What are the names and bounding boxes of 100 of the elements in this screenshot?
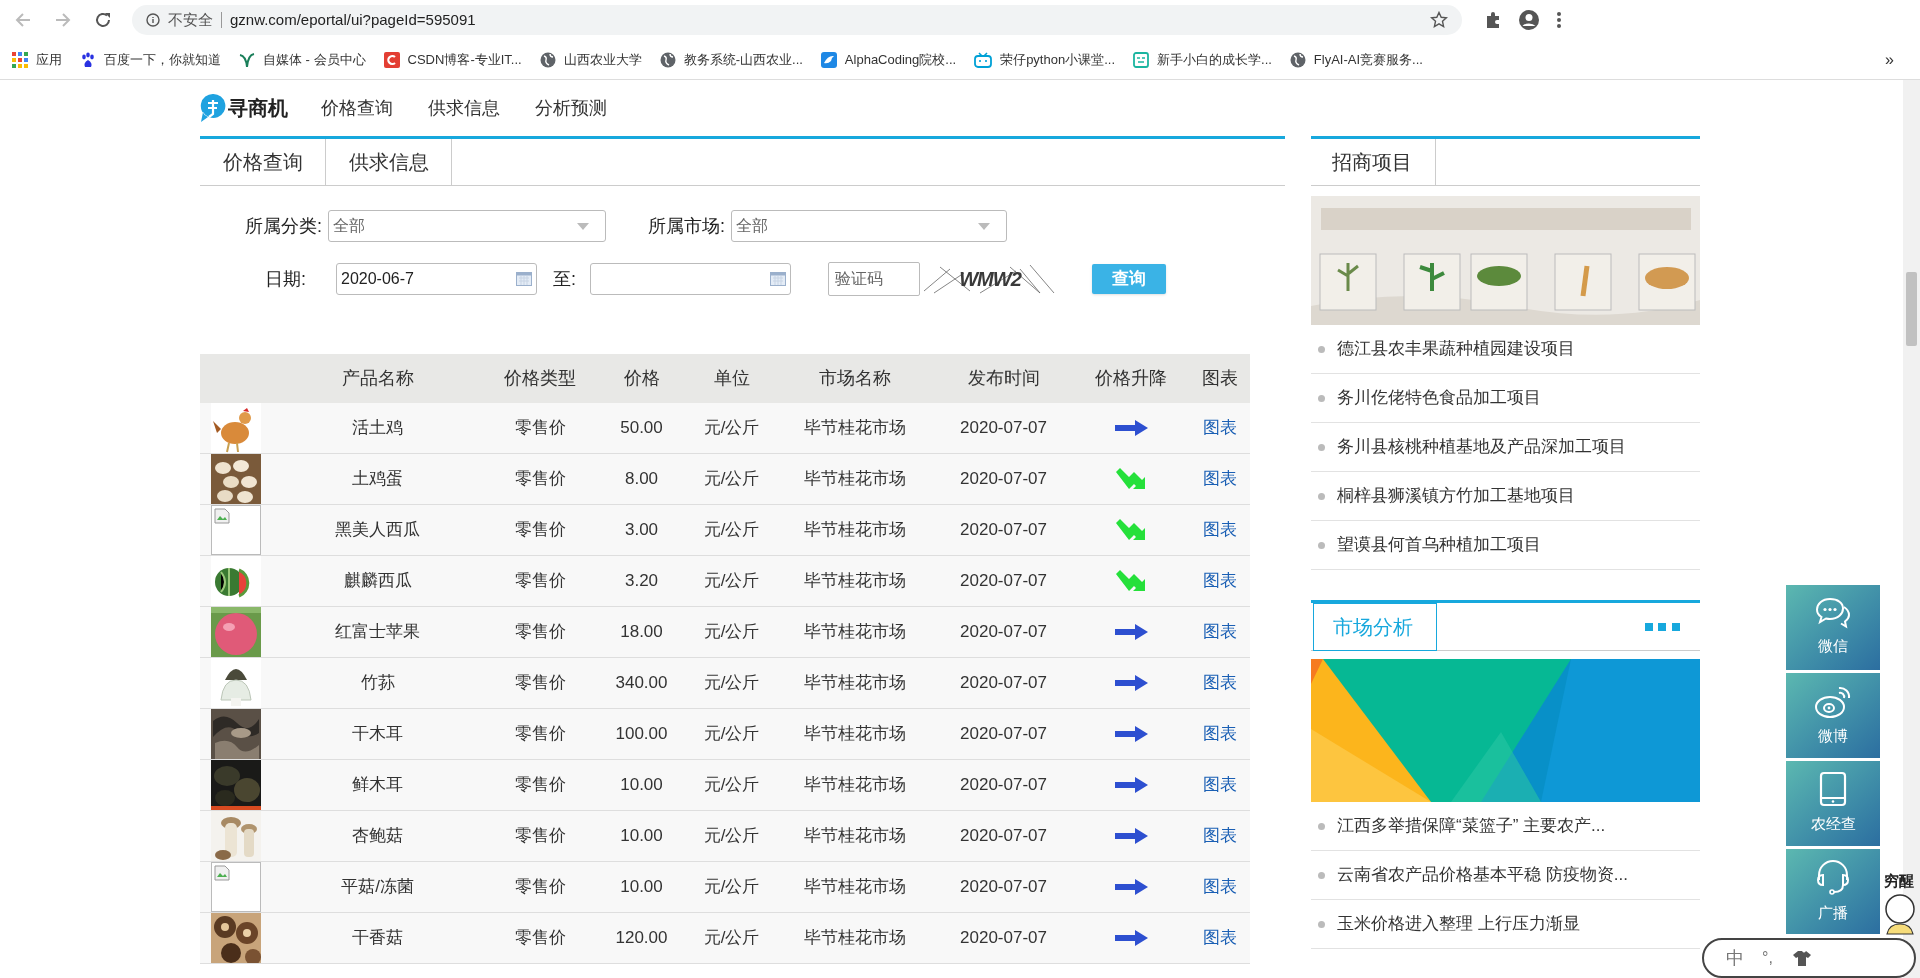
nav-link[interactable]: 分析预测 <box>535 94 607 122</box>
bullet-icon <box>1318 394 1325 402</box>
table-cell-text: 2020-07-07 <box>959 774 1048 797</box>
calendar-icon <box>770 272 786 286</box>
right-arrow-icon <box>1113 623 1149 641</box>
market-select[interactable]: 全部 <box>731 210 1008 242</box>
date-label: 日期: <box>265 267 307 291</box>
table-cell-text: 2020-07-07 <box>959 927 1048 950</box>
profile-icon[interactable] <box>1518 9 1540 31</box>
extensions-icon[interactable] <box>1484 11 1502 29</box>
input-mode-label[interactable]: 中 <box>1726 944 1744 972</box>
bookmark-link[interactable]: 荣仔python小课堂... <box>1000 49 1115 70</box>
share-button[interactable]: 微博 <box>1786 673 1880 758</box>
dropdown-icon <box>577 222 589 230</box>
chart-link[interactable]: 图表 <box>1203 724 1237 744</box>
start-date-field[interactable]: 2020-06-7 <box>336 263 537 295</box>
chat-icon <box>1815 597 1851 630</box>
captcha-field[interactable]: 验证码 <box>828 262 920 296</box>
share-button[interactable]: 农经查 <box>1786 761 1880 846</box>
bookmark-link[interactable]: 应用 <box>36 49 62 70</box>
tab[interactable]: 价格查询 <box>200 139 326 185</box>
scrollbar-thumb[interactable] <box>1906 272 1917 346</box>
leaf-icon <box>239 51 255 68</box>
punctuation-label[interactable]: °, <box>1762 946 1773 970</box>
chart-link[interactable]: 图表 <box>1203 520 1237 540</box>
table-cell-text: 元/公斤 <box>702 570 761 593</box>
chart-link[interactable]: 图表 <box>1203 469 1237 489</box>
more-icon[interactable] <box>1645 622 1680 631</box>
bookmark-link[interactable]: 自媒体 - 会员中心 <box>263 49 366 70</box>
url-text: gznw.com/eportal/ui?pageId=595091 <box>230 9 476 30</box>
right-arrow-icon <box>1113 725 1149 743</box>
table-cell-text: 毕节桂花市场 <box>803 876 907 899</box>
captcha-image[interactable]: WMW2 <box>920 263 1060 295</box>
address-bar[interactable]: 不安全 gznw.com/eportal/ui?pageId=595091 <box>132 5 1462 35</box>
chart-link[interactable]: 图表 <box>1203 673 1237 693</box>
table-cell-text: 干香菇 <box>351 927 404 950</box>
chart-link[interactable]: 图表 <box>1203 571 1237 591</box>
nav-link[interactable]: 供求信息 <box>428 94 500 122</box>
table-cell-text: 毕节桂花市场 <box>803 570 907 593</box>
chart-link[interactable]: 图表 <box>1203 622 1237 642</box>
ime-toolbar[interactable]: 中 °, <box>1702 938 1916 978</box>
paw-icon <box>80 51 96 68</box>
news-link[interactable]: 玉米价格进入整理 上行压力渐显 <box>1337 911 1580 937</box>
figure-drawing <box>1883 894 1917 936</box>
right-arrow-icon <box>1113 929 1149 947</box>
news-link[interactable]: 桐梓县狮溪镇方竹加工基地项目 <box>1337 483 1575 509</box>
chart-link[interactable]: 图表 <box>1203 928 1237 948</box>
news-link[interactable]: 务川仡佬特色食品加工项目 <box>1337 385 1541 411</box>
table-cell-text: 2020-07-07 <box>959 417 1048 440</box>
reload-icon[interactable] <box>94 11 112 29</box>
nav-link[interactable]: 价格查询 <box>321 94 393 122</box>
more-bookmarks-button[interactable]: » <box>1885 47 1894 72</box>
table-cell-text: 毕节桂花市场 <box>803 519 907 542</box>
table-cell-text: 元/公斤 <box>702 825 761 848</box>
table-cell-text: 零售价 <box>513 876 567 899</box>
table-cell-text: 黑美人西瓜 <box>334 519 421 542</box>
bookmark-link[interactable]: 百度一下，你就知道 <box>104 49 221 70</box>
category-select[interactable]: 全部 <box>328 210 606 242</box>
category-label: 所属分类: <box>245 214 322 238</box>
chart-link[interactable]: 图表 <box>1203 418 1237 438</box>
bookmark-link[interactable]: 教务系统-山西农业... <box>683 49 803 70</box>
section-tab[interactable]: 招商项目 <box>1311 139 1436 185</box>
column-header: 图表 <box>1201 367 1239 390</box>
news-link[interactable]: 德江县农丰果蔬种植园建设项目 <box>1337 336 1575 362</box>
bookmark-link[interactable]: 山西农业大学 <box>563 49 642 70</box>
table-cell-text: 零售价 <box>513 519 567 542</box>
chart-link[interactable]: 图表 <box>1203 877 1237 897</box>
news-link[interactable]: 望谟县何首乌种植加工项目 <box>1337 532 1541 558</box>
table-cell-text: 零售价 <box>513 927 567 950</box>
right-arrow-icon <box>1113 827 1149 845</box>
chart-link[interactable]: 图表 <box>1203 775 1237 795</box>
bookmark-link[interactable]: 新手小白的成长学... <box>1157 49 1272 70</box>
tab[interactable]: 供求信息 <box>326 139 452 185</box>
menu-icon[interactable] <box>1556 11 1562 29</box>
info-icon[interactable] <box>146 13 160 27</box>
table-cell-text: 竹荪 <box>359 672 396 695</box>
table-cell-text: 元/公斤 <box>702 417 761 440</box>
table-cell-text: 毕节桂花市场 <box>803 468 907 491</box>
end-date-field[interactable] <box>590 263 791 295</box>
news-link[interactable]: 务川县核桃种植基地及产品深加工项目 <box>1337 434 1626 460</box>
chart-link[interactable]: 图表 <box>1203 826 1237 846</box>
news-link[interactable]: 江西多举措保障“菜篮子” 主要农产... <box>1337 813 1606 839</box>
star-icon[interactable] <box>1430 11 1448 29</box>
column-header: 单位 <box>712 367 751 390</box>
app-icon <box>1133 51 1149 68</box>
tv-icon <box>974 51 993 68</box>
share-button[interactable]: 广播 <box>1786 849 1880 934</box>
shirt-icon[interactable] <box>1792 950 1811 966</box>
bookmark-link[interactable]: CSDN博客-专业IT... <box>407 49 522 70</box>
table-cell-text: 鲜木耳 <box>351 774 404 797</box>
news-link[interactable]: 云南省农产品价格基本平稳 防疫物资... <box>1337 862 1628 888</box>
logo-text[interactable]: 寻商机 <box>228 93 288 123</box>
bookmark-link[interactable]: FlyAI-AI竞赛服务... <box>1313 49 1423 70</box>
table-cell-text: 毕节桂花市场 <box>803 672 907 695</box>
bookmark-link[interactable]: AlphaCoding院校... <box>844 49 957 70</box>
table-cell-text: 340.00 <box>614 672 669 695</box>
table-cell-text: 2020-07-07 <box>959 672 1048 695</box>
table-cell-text: 120.00 <box>614 927 669 950</box>
table-cell-text: 元/公斤 <box>702 672 761 695</box>
share-button[interactable]: 微信 <box>1786 585 1880 670</box>
